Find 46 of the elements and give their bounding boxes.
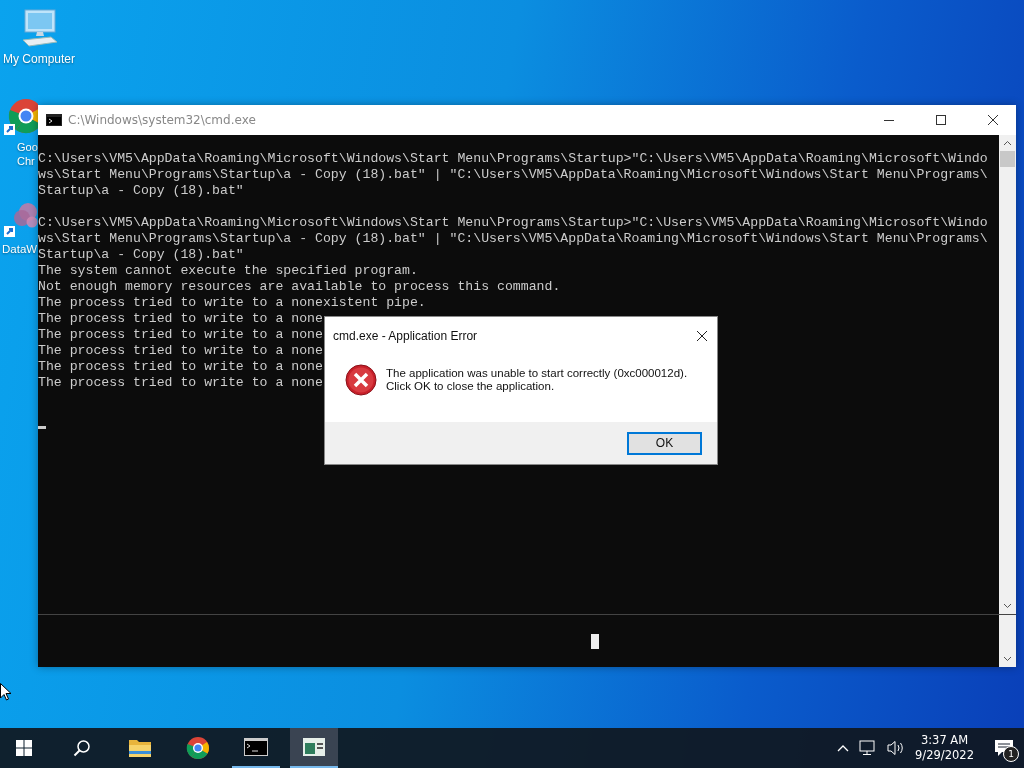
console-line: The process tried to write to a none bbox=[38, 343, 323, 359]
window-icon bbox=[303, 738, 325, 756]
console-icon bbox=[46, 114, 62, 126]
window-title: C:\Windows\system32\cmd.exe bbox=[68, 113, 256, 127]
console-line: The system cannot execute the specified program. bbox=[38, 263, 418, 279]
volume-icon[interactable] bbox=[887, 740, 906, 756]
console-icon bbox=[244, 738, 268, 756]
chevron-up-icon[interactable] bbox=[837, 744, 850, 752]
console-line: Startup\a - Copy (18).bat" bbox=[38, 247, 244, 263]
console-line: The process tried to write to a none bbox=[38, 375, 323, 391]
console-line: C:\Users\VM5\AppData\Roaming\Microsoft\Windows\Start Menu\Programs\Startup>"C:\Users\VM5\AppData\Roaming\Microsoft\Windo bbox=[38, 151, 988, 167]
close-icon[interactable] bbox=[987, 114, 999, 126]
maximize-icon[interactable] bbox=[935, 114, 947, 126]
console-line: The process tried to write to a none bbox=[38, 359, 323, 375]
folder-icon bbox=[128, 738, 152, 758]
console-line: The process tried to write to a none bbox=[38, 311, 323, 327]
taskbar-button[interactable] bbox=[290, 728, 338, 768]
scroll-down-icon[interactable] bbox=[1003, 603, 1012, 609]
start-icon[interactable] bbox=[16, 740, 32, 756]
scroll-down-icon[interactable] bbox=[1003, 656, 1012, 662]
close-icon[interactable] bbox=[696, 330, 708, 342]
clock-date[interactable]: 9/29/2022 bbox=[915, 748, 974, 763]
scroll-up-icon[interactable] bbox=[1003, 140, 1012, 146]
console-line: ws\Start Menu\Programs\Startup\a - Copy (18).bat" | "C:\Users\VM5\AppData\Roaming\Microsoft\Windows\Start Menu\Programs\ bbox=[38, 167, 988, 183]
console-line: Startup\a - Copy (18).bat" bbox=[38, 183, 244, 199]
mouse-pointer-icon bbox=[0, 683, 12, 701]
console-line: The process tried to write to a none bbox=[38, 327, 323, 343]
text-cursor bbox=[590, 633, 599, 649]
text-cursor bbox=[38, 426, 46, 429]
console-line: ws\Start Menu\Programs\Startup\a - Copy (18).bat" | "C:\Users\VM5\AppData\Roaming\Microsoft\Windows\Start Menu\Programs\ bbox=[38, 231, 988, 247]
scrollbar[interactable] bbox=[999, 135, 1016, 614]
error-message: Click OK to close the application. bbox=[386, 379, 555, 393]
console-line: C:\Users\VM5\AppData\Roaming\Microsoft\Windows\Start Menu\Programs\Startup>"C:\Users\VM5\AppData\Roaming\Microsoft\Windo bbox=[38, 215, 988, 231]
console-line: The process tried to write to a nonexistent pipe. bbox=[38, 295, 426, 311]
scroll-thumb[interactable] bbox=[1000, 151, 1015, 167]
error-icon bbox=[345, 363, 377, 396]
search-icon bbox=[73, 739, 91, 757]
chrome-icon bbox=[186, 736, 210, 760]
clock-time[interactable]: 3:37 AM bbox=[920, 733, 969, 748]
notification-count: 1 bbox=[1003, 746, 1019, 762]
error-message: The application was unable to start correctly (0xc000012d). bbox=[386, 366, 688, 380]
ok-button[interactable]: OK bbox=[627, 431, 702, 455]
network-icon[interactable] bbox=[859, 740, 878, 756]
scrollbar[interactable] bbox=[999, 615, 1016, 667]
dialog-title: cmd.exe - Application Error bbox=[333, 329, 478, 343]
console-line: Not enough memory resources are available to process this command. bbox=[38, 279, 561, 295]
